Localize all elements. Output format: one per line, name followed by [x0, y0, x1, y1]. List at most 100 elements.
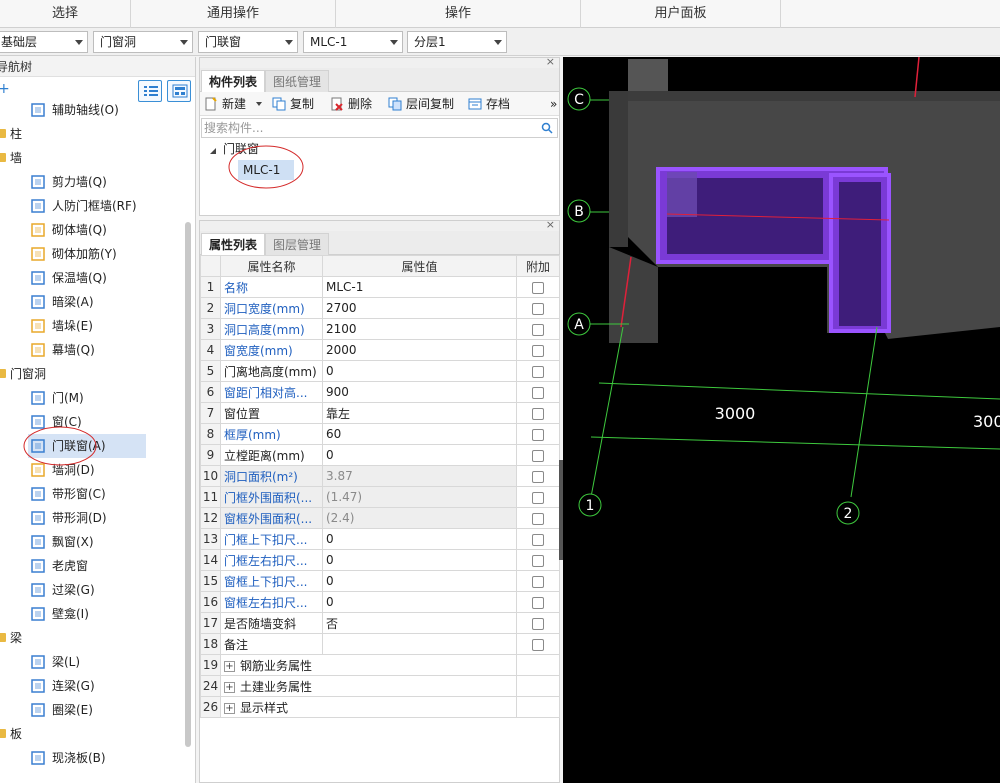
search-input[interactable] [204, 120, 534, 136]
close-icon[interactable]: × [546, 218, 555, 231]
extra-checkbox[interactable] [532, 533, 544, 546]
nav-item[interactable]: 辅助轴线(O) [0, 98, 186, 122]
property-row[interactable]: 7 窗位置 靠左 [200, 402, 560, 424]
nav-item[interactable]: 门(M) [0, 386, 186, 410]
tab-component-list[interactable]: 构件列表 [201, 70, 266, 92]
property-group[interactable]: + 显示样式 [220, 696, 517, 718]
nav-item[interactable]: 带形洞(D) [0, 506, 186, 530]
extra-checkbox[interactable] [532, 323, 544, 336]
layer-select[interactable]: 分层1 [407, 31, 507, 53]
extra-checkbox[interactable] [532, 344, 544, 357]
extra-checkbox[interactable] [532, 554, 544, 567]
property-row[interactable]: 12 窗框外围面积(... (2.4) [200, 507, 560, 529]
property-row[interactable]: 11 门框外围面积(... (1.47) [200, 486, 560, 508]
tree-collapse-icon[interactable] [209, 144, 217, 154]
property-row[interactable]: 2 洞口宽度(mm) 2700 [200, 297, 560, 319]
property-value[interactable]: 靠左 [322, 402, 517, 424]
search-icon[interactable] [541, 122, 553, 134]
extra-checkbox[interactable] [532, 617, 544, 630]
copy-button[interactable]: 复制 [272, 95, 322, 113]
property-row[interactable]: 9 立樘距离(mm) 0 [200, 444, 560, 466]
ribbon-group-common[interactable]: 通用操作 [131, 0, 336, 28]
property-value[interactable]: MLC-1 [322, 276, 517, 298]
property-value[interactable]: 2100 [322, 318, 517, 340]
nav-item[interactable]: 人防门框墙(RF) [0, 194, 186, 218]
nav-item[interactable]: 墙垛(E) [0, 314, 186, 338]
delete-button[interactable]: 删除 [330, 95, 380, 113]
extra-checkbox[interactable] [532, 407, 544, 420]
ribbon-group-user-panel[interactable]: 用户面板 [581, 0, 781, 28]
property-value[interactable]: 2000 [322, 339, 517, 361]
extra-checkbox[interactable] [532, 428, 544, 441]
extra-checkbox[interactable] [532, 449, 544, 462]
nav-item[interactable]: 老虎窗 [0, 554, 186, 578]
nav-item[interactable]: 砌体加筋(Y) [0, 242, 186, 266]
property-row[interactable]: 14 门框左右扣尺... 0 [200, 549, 560, 571]
nav-item[interactable]: 砌体墙(Q) [0, 218, 186, 242]
extra-checkbox[interactable] [532, 491, 544, 504]
more-button[interactable]: » [550, 95, 560, 113]
nav-item[interactable]: 板 [0, 722, 186, 746]
property-row[interactable]: 16 窗框左右扣尺... 0 [200, 591, 560, 613]
property-row[interactable]: 6 窗距门相对高... 900 [200, 381, 560, 403]
extra-checkbox[interactable] [532, 638, 544, 651]
property-value[interactable]: 0 [322, 570, 517, 592]
extra-checkbox[interactable] [532, 596, 544, 609]
tab-property-list[interactable]: 属性列表 [201, 233, 266, 255]
nav-item[interactable]: 暗梁(A) [0, 290, 186, 314]
nav-item[interactable]: 圈梁(E) [0, 698, 186, 722]
nav-item[interactable]: 梁(L) [0, 650, 186, 674]
extra-checkbox[interactable] [532, 386, 544, 399]
property-row[interactable]: 5 门离地高度(mm) 0 [200, 360, 560, 382]
property-row[interactable]: 17 是否随墙变斜否 [200, 612, 560, 634]
property-row[interactable]: 4 窗宽度(mm) 2000 [200, 339, 560, 361]
property-row[interactable]: 8 框厚(mm) 60 [200, 423, 560, 445]
property-value[interactable]: 3.87 [322, 465, 517, 487]
property-value[interactable]: 0 [322, 360, 517, 382]
property-row[interactable]: 1 名称 MLC-1 [200, 276, 560, 298]
extra-checkbox[interactable] [532, 575, 544, 588]
type-select[interactable]: 门联窗 [198, 31, 298, 53]
3d-viewport[interactable]: C B A 1 2 3000 300 [563, 57, 1000, 783]
nav-item[interactable]: 墙 [0, 146, 186, 170]
nav-item[interactable]: 柱 [0, 122, 186, 146]
expand-icon[interactable]: + [224, 702, 235, 714]
property-value[interactable] [322, 633, 517, 655]
nav-scrollbar[interactable] [185, 222, 191, 747]
nav-item[interactable]: 现浇板(B) [0, 746, 186, 770]
property-value[interactable]: (1.47) [322, 486, 517, 508]
property-group[interactable]: + 钢筋业务属性 [220, 654, 517, 676]
nav-item[interactable]: 壁龛(I) [0, 602, 186, 626]
property-value[interactable]: 2700 [322, 297, 517, 319]
property-row[interactable]: 13 门框上下扣尺... 0 [200, 528, 560, 550]
nav-item[interactable]: 过梁(G) [0, 578, 186, 602]
property-row[interactable]: 10 洞口面积(m²) 3.87 [200, 465, 560, 487]
property-group-row[interactable]: 26 + 显示样式 [200, 696, 560, 718]
property-group[interactable]: + 土建业务属性 [220, 675, 517, 697]
nav-item[interactable]: 门窗洞 [0, 362, 186, 386]
expand-icon[interactable]: + [224, 681, 235, 693]
property-value[interactable]: 0 [322, 528, 517, 550]
nav-item[interactable]: 带形窗(C) [0, 482, 186, 506]
property-value[interactable]: 0 [322, 444, 517, 466]
nav-item[interactable]: 剪力墙(Q) [0, 170, 186, 194]
close-icon[interactable]: × [546, 55, 555, 68]
nav-item[interactable]: 幕墙(Q) [0, 338, 186, 362]
floor-select[interactable]: 基础层 [0, 31, 88, 53]
property-value[interactable]: 60 [322, 423, 517, 445]
property-value[interactable]: (2.4) [322, 507, 517, 529]
property-group-row[interactable]: 24 + 土建业务属性 [200, 675, 560, 697]
add-icon[interactable]: + [0, 81, 10, 97]
category-select[interactable]: 门窗洞 [93, 31, 193, 53]
property-row[interactable]: 15 窗框上下扣尺... 0 [200, 570, 560, 592]
extra-checkbox[interactable] [532, 365, 544, 378]
property-value[interactable]: 900 [322, 381, 517, 403]
nav-item[interactable]: 连梁(G) [0, 674, 186, 698]
property-group-row[interactable]: 19 + 钢筋业务属性 [200, 654, 560, 676]
property-value[interactable]: 否 [322, 612, 517, 634]
component-select[interactable]: MLC-1 [303, 31, 403, 53]
property-row[interactable]: 3 洞口高度(mm) 2100 [200, 318, 560, 340]
extra-checkbox[interactable] [532, 281, 544, 294]
extra-checkbox[interactable] [532, 470, 544, 483]
tab-drawing-management[interactable]: 图纸管理 [265, 70, 330, 92]
